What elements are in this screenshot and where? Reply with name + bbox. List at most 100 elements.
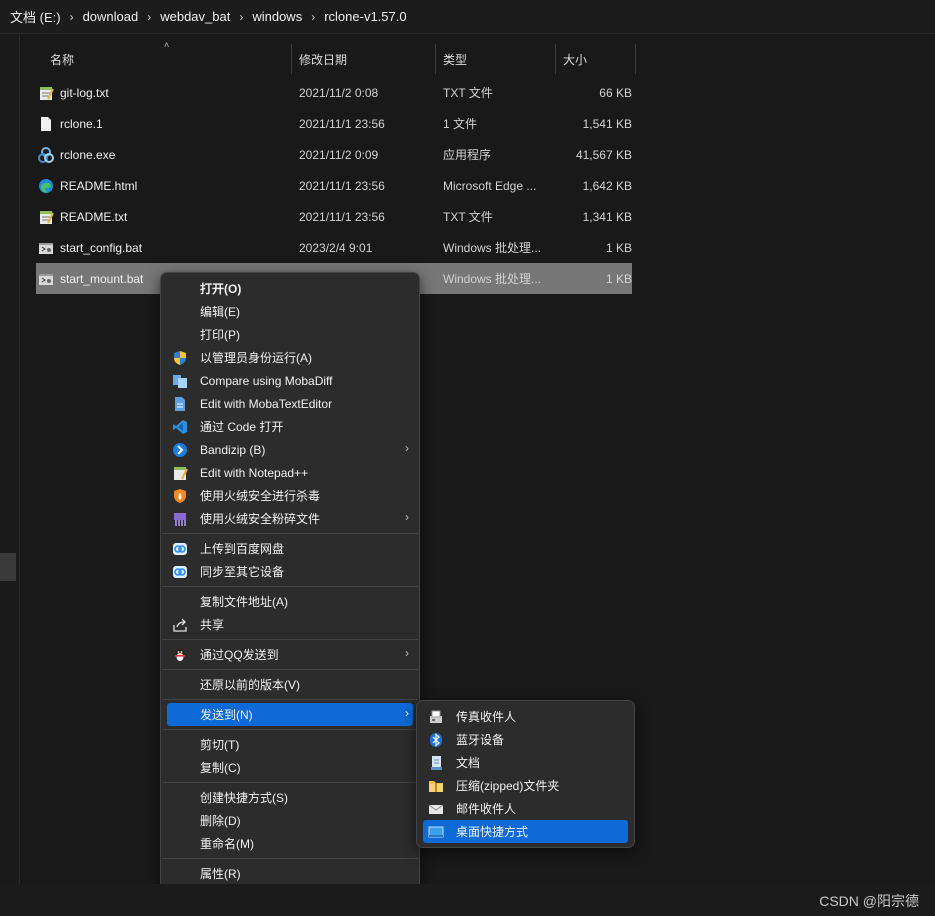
submenu-item-fax[interactable]: 传真收件人 (423, 705, 628, 728)
mobadiff-icon (171, 372, 188, 389)
mail-icon (427, 800, 444, 817)
menu-item-mobatexteditor[interactable]: Edit with MobaTextEditor (167, 392, 413, 415)
column-header-name[interactable]: 名称 (36, 44, 292, 74)
submenu-item-zip[interactable]: 压缩(zipped)文件夹 (423, 774, 628, 797)
menu-item-bandizip[interactable]: Bandizip (B) › (167, 438, 413, 461)
file-name: rclone.exe (60, 147, 116, 162)
file-row[interactable]: rclone.exe 2021/11/2 0:09 应用程序 41,567 KB (36, 139, 632, 170)
menu-item-baidu-sync[interactable]: 同步至其它设备 (167, 560, 413, 583)
breadcrumb-item-rclone[interactable]: rclone-v1.57.0 (324, 9, 406, 24)
column-divider[interactable] (635, 44, 636, 74)
file-name: rclone.1 (60, 116, 103, 131)
menu-item-share[interactable]: 共享 (167, 613, 413, 636)
file-name: start_config.bat (60, 240, 143, 255)
submenu-item-documents[interactable]: 文档 (423, 751, 628, 774)
chevron-right-icon: › (405, 441, 409, 455)
file-type: Windows 批处理... (443, 272, 542, 286)
menu-item-qq-send[interactable]: 通过QQ发送到 › (167, 643, 413, 666)
file-size: 1 KB (605, 271, 632, 286)
menu-item-rename[interactable]: 重命名(M) (167, 832, 413, 855)
column-header-date[interactable]: 修改日期 (292, 44, 436, 74)
batch-file-icon (38, 240, 54, 256)
file-type: TXT 文件 (443, 86, 493, 100)
context-menu: 打开(O) 编辑(E) 打印(P) 以管理员身份运行(A) Compare us… (160, 272, 420, 889)
file-type: Windows 批处理... (443, 241, 542, 255)
desktop-icon (427, 823, 444, 840)
column-header-type[interactable]: 类型 (436, 44, 556, 74)
breadcrumb-item-webdav-bat[interactable]: webdav_bat (160, 9, 230, 24)
column-header-size[interactable]: 大小 (556, 44, 636, 74)
breadcrumb-item-download[interactable]: download (83, 9, 139, 24)
file-row[interactable]: start_config.bat 2023/2/4 9:01 Windows 批… (36, 232, 632, 263)
qq-penguin-icon (171, 646, 188, 663)
menu-item-label: 以管理员身份运行(A) (200, 351, 312, 365)
status-bar (0, 884, 935, 916)
breadcrumb-item-drive[interactable]: 文档 (E:) (10, 7, 61, 26)
menu-item-vscode[interactable]: 通过 Code 打开 (167, 415, 413, 438)
file-row[interactable]: git-log.txt 2021/11/2 0:08 TXT 文件 66 KB (36, 77, 632, 108)
menu-item-create-shortcut[interactable]: 创建快捷方式(S) (167, 786, 413, 809)
menu-item-open[interactable]: 打开(O) (167, 277, 413, 300)
menu-item-huorong-shred[interactable]: 使用火绒安全粉碎文件 › (167, 507, 413, 530)
menu-separator (162, 699, 418, 700)
column-header-name-label: 名称 (50, 52, 75, 67)
menu-separator (162, 533, 418, 534)
file-size: 1 KB (605, 240, 632, 255)
file-size: 41,567 KB (575, 147, 632, 162)
fax-icon (427, 708, 444, 725)
menu-item-label: 上传到百度网盘 (200, 542, 285, 556)
file-row[interactable]: rclone.1 2021/11/1 23:56 1 文件 1,541 KB (36, 108, 632, 139)
file-type: 应用程序 (443, 148, 492, 162)
rclone-icon (38, 146, 54, 163)
submenu-item-mail[interactable]: 邮件收件人 (423, 797, 628, 820)
file-date: 2023/2/4 9:01 (299, 240, 373, 255)
chevron-right-icon: › (405, 646, 409, 660)
file-row[interactable]: README.html 2021/11/1 23:56 Microsoft Ed… (36, 170, 632, 201)
menu-item-label: 打开(O) (200, 282, 242, 296)
menu-item-cut[interactable]: 剪切(T) (167, 733, 413, 756)
bandizip-icon (171, 441, 188, 458)
menu-item-notepadpp[interactable]: Edit with Notepad++ (167, 461, 413, 484)
chevron-right-icon[interactable]: › (70, 10, 74, 24)
chevron-right-icon[interactable]: › (239, 10, 243, 24)
menu-item-copy-path[interactable]: 复制文件地址(A) (167, 590, 413, 613)
menu-item-edit[interactable]: 编辑(E) (167, 300, 413, 323)
menu-item-huorong-scan[interactable]: 使用火绒安全进行杀毒 (167, 484, 413, 507)
menu-item-send-to[interactable]: 发送到(N) › (167, 703, 413, 726)
submenu-item-desktop[interactable]: 桌面快捷方式 (423, 820, 628, 843)
menu-item-copy[interactable]: 复制(C) (167, 756, 413, 779)
file-type: Microsoft Edge ... (443, 178, 537, 193)
menu-item-delete[interactable]: 删除(D) (167, 809, 413, 832)
send-to-submenu: 传真收件人 蓝牙设备 文档 压缩(zipped)文件夹 邮件收件人 桌面快捷方式 (416, 700, 635, 848)
chevron-right-icon[interactable]: › (311, 10, 315, 24)
menu-item-label: 桌面快捷方式 (456, 825, 529, 839)
menu-item-baidu-upload[interactable]: 上传到百度网盘 (167, 537, 413, 560)
file-size: 1,341 KB (582, 209, 632, 224)
menu-item-mobadiff[interactable]: Compare using MobaDiff (167, 369, 413, 392)
file-row[interactable]: README.txt 2021/11/1 23:56 TXT 文件 1,341 … (36, 201, 632, 232)
notepadpp-icon (171, 464, 188, 481)
menu-item-print[interactable]: 打印(P) (167, 323, 413, 346)
menu-item-label: 删除(D) (200, 814, 241, 828)
menu-item-restore[interactable]: 还原以前的版本(V) (167, 673, 413, 696)
breadcrumb-item-windows[interactable]: windows (252, 9, 302, 24)
navigation-pane-selected-item[interactable] (0, 553, 16, 581)
menu-item-run-as-admin[interactable]: 以管理员身份运行(A) (167, 346, 413, 369)
navigation-pane[interactable] (0, 35, 20, 885)
mobatexteditor-icon (171, 395, 188, 412)
file-size: 66 KB (599, 85, 632, 100)
menu-item-label: Bandizip (B) (200, 442, 266, 457)
file-name: README.txt (60, 209, 128, 224)
menu-item-properties[interactable]: 属性(R) (167, 862, 413, 885)
submenu-item-bluetooth[interactable]: 蓝牙设备 (423, 728, 628, 751)
column-header: 名称 修改日期 类型 大小 (36, 44, 636, 74)
menu-item-label: 使用火绒安全粉碎文件 (200, 512, 321, 526)
file-name: README.html (60, 178, 138, 193)
menu-item-label: Edit with Notepad++ (200, 465, 309, 480)
menu-item-label: 还原以前的版本(V) (200, 678, 300, 692)
file-name: git-log.txt (60, 85, 109, 100)
chevron-right-icon[interactable]: › (147, 10, 151, 24)
file-date: 2021/11/1 23:56 (299, 209, 385, 224)
edge-icon (38, 178, 54, 194)
share-icon (171, 616, 188, 633)
